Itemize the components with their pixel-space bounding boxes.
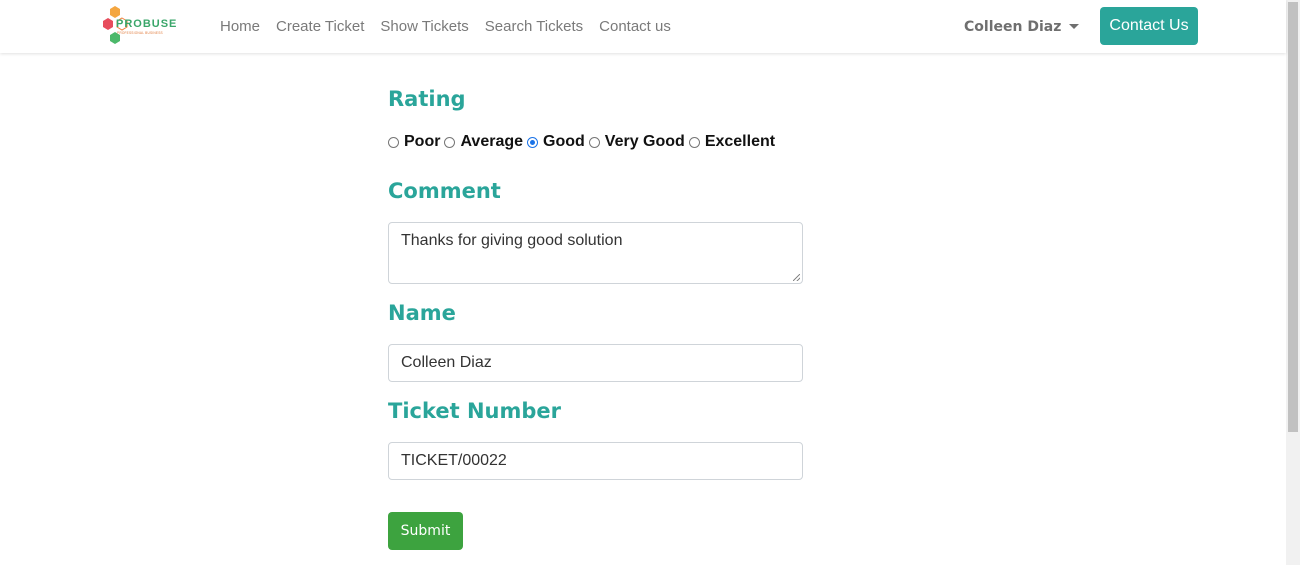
navbar: PROBUSE PROFESSIONAL BUSINESS Home Creat… — [0, 0, 1286, 53]
name-input[interactable]: Colleen Diaz — [388, 344, 803, 382]
user-menu-dropdown[interactable]: Colleen Diaz — [964, 0, 1080, 53]
name-title: Name — [388, 301, 456, 325]
nav-link-contact-us[interactable]: Contact us — [591, 18, 679, 35]
submit-button[interactable]: Submit — [388, 512, 463, 550]
radio-average[interactable] — [444, 136, 456, 148]
rating-option-average[interactable]: Average — [444, 133, 527, 151]
rating-title: Rating — [388, 87, 466, 111]
contact-us-button[interactable]: Contact Us — [1100, 7, 1198, 45]
logo-brand-text: PROBUSE — [116, 18, 178, 30]
comment-title: Comment — [388, 179, 501, 203]
vertical-scrollbar[interactable] — [1286, 0, 1300, 565]
scrollbar-thumb[interactable] — [1288, 2, 1298, 432]
comment-textarea[interactable]: Thanks for giving good solution — [388, 222, 803, 284]
rating-label-very-good: Very Good — [604, 133, 685, 150]
nav-link-create-ticket[interactable]: Create Ticket — [268, 18, 372, 35]
rating-option-poor[interactable]: Poor — [388, 133, 444, 151]
caret-down-icon — [1069, 24, 1080, 29]
nav-links: Home Create Ticket Show Tickets Search T… — [212, 0, 679, 53]
radio-very-good[interactable] — [588, 136, 600, 148]
nav-link-home[interactable]: Home — [212, 18, 268, 35]
nav-link-show-tickets[interactable]: Show Tickets — [372, 18, 476, 35]
user-name: Colleen Diaz — [964, 18, 1062, 35]
rating-option-good[interactable]: Good — [527, 133, 589, 151]
name-value: Colleen Diaz — [401, 354, 492, 371]
radio-good[interactable] — [527, 136, 539, 148]
rating-label-good: Good — [543, 133, 585, 150]
rating-label-average: Average — [460, 133, 524, 150]
ticket-number-input[interactable]: TICKET/00022 — [388, 442, 803, 480]
radio-poor[interactable] — [388, 136, 399, 148]
radio-excellent[interactable] — [688, 136, 700, 148]
comment-text: Thanks for giving good solution — [401, 232, 623, 249]
rating-option-very-good[interactable]: Very Good — [588, 133, 689, 151]
resize-grip-icon[interactable] — [793, 274, 800, 281]
ticket-number-value: TICKET/00022 — [401, 452, 507, 469]
ticket-number-title: Ticket Number — [388, 399, 562, 423]
nav-link-search-tickets[interactable]: Search Tickets — [477, 18, 591, 35]
rating-options: Poor Average Good Very Good Excellent — [388, 131, 779, 153]
rating-label-poor: Poor — [404, 133, 441, 150]
page: PROBUSE PROFESSIONAL BUSINESS Home Creat… — [0, 0, 1300, 565]
logo-tagline: PROFESSIONAL BUSINESS — [117, 31, 163, 35]
rating-option-excellent[interactable]: Excellent — [688, 133, 779, 151]
rating-label-excellent: Excellent — [704, 133, 776, 150]
probuse-logo[interactable]: PROBUSE PROFESSIONAL BUSINESS — [100, 6, 180, 46]
